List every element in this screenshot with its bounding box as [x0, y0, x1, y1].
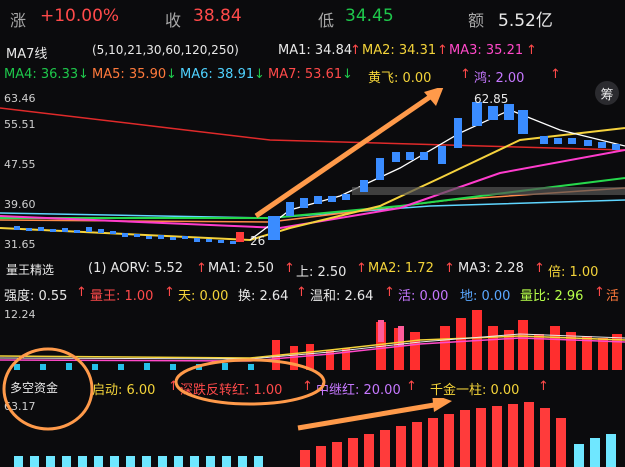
close-label: 收	[165, 11, 182, 30]
ma7-arrow: ↓	[342, 67, 353, 82]
fund-bars-high	[300, 402, 566, 467]
qiangdu-value: 强度: 0.55	[4, 289, 68, 304]
ma3-arrow: ↑	[526, 43, 537, 58]
huo-value: 活: 0.00	[398, 289, 449, 304]
volume-bars-low	[14, 363, 254, 370]
hong-arrow: ↑	[550, 67, 561, 82]
low-value: 34.45	[345, 6, 394, 26]
ma4-value: MA4: 36.33	[4, 67, 79, 82]
shang-value: 上: 2.50	[296, 265, 347, 280]
price-axis-3: 47.55	[4, 158, 36, 171]
qiangdu-arrow: ↑	[76, 285, 87, 300]
shendie-value: 深跌反转红: 1.00	[180, 383, 283, 398]
huangfei-value: 黄飞: 0.00	[368, 71, 432, 86]
price-axis-4: 39.60	[4, 198, 36, 211]
ma5-arrow: ↓	[166, 67, 177, 82]
ma5-value: MA5: 35.90	[92, 67, 167, 82]
volume-chart-svg	[0, 310, 625, 370]
fund-legend: 多空资金 启动: 6.00 ↑ 深跌反转红: 1.00 ↑ 中继红: 20.00…	[0, 376, 625, 398]
price-axis-1: 63.46	[4, 92, 36, 105]
ma-legend: MA7线 (5,10,21,30,60,120,250) MA1: 34.84 …	[0, 40, 625, 105]
volume-indicator-name[interactable]: 量王精选	[6, 261, 54, 278]
liangbi-arrow: ↑	[594, 285, 605, 300]
huan-arrow: ↑	[296, 285, 307, 300]
shang-arrow: ↑	[356, 261, 367, 276]
ma6-value: MA6: 38.91	[180, 67, 255, 82]
qianjin-value: 千金一柱: 0.00	[430, 383, 520, 398]
ma1-line	[249, 109, 625, 241]
price-low-annotation: 26	[250, 234, 266, 248]
vol-ma2-arrow: ↑	[444, 261, 455, 276]
jijihong-value: 中继红: 20.00	[316, 383, 401, 398]
ma2-line	[0, 127, 625, 242]
volume-axis-top: 12.24	[4, 308, 36, 321]
close-value: 38.84	[193, 6, 242, 26]
ma6-line	[0, 199, 625, 219]
price-chart[interactable]: 63.46 55.51 47.55 39.60 31.65 62.85 26	[0, 88, 625, 256]
ma6-arrow: ↓	[254, 67, 265, 82]
ma1-value: MA1: 34.84	[278, 43, 353, 58]
ma7-value: MA7: 53.61	[268, 67, 343, 82]
fund-chart-svg	[14, 398, 616, 467]
ma7-line	[0, 107, 625, 151]
vol-ma1-arrow: ↑	[284, 261, 295, 276]
ma2-arrow: ↑	[437, 43, 448, 58]
huo2-value: 活	[606, 289, 620, 304]
shendie-arrow: ↑	[302, 379, 313, 394]
price-high-annotation: 62.85	[474, 92, 509, 106]
ma1-arrow: ↑	[350, 43, 361, 58]
qianjin-arrow: ↑	[538, 379, 549, 394]
bei-value: 倍: 1.00	[548, 265, 599, 280]
vol-ma2-value: MA2: 1.72	[368, 261, 434, 276]
fund-axis-top: 63.17	[4, 400, 36, 413]
fund-bars-cyan	[574, 434, 616, 467]
change-label: 涨	[10, 11, 27, 30]
fund-arrow-head	[432, 398, 452, 412]
fund-chart[interactable]: 63.17	[0, 398, 625, 467]
fund-bars-low	[14, 456, 263, 467]
vol-ma3-arrow: ↑	[534, 261, 545, 276]
ma3-value: MA3: 35.21	[449, 43, 524, 58]
amount-value: 5.52亿	[498, 11, 553, 31]
aorv-value: (1) AORV: 5.52	[88, 261, 184, 276]
aorv-arrow: ↑	[196, 261, 207, 276]
price-axis-2: 55.51	[4, 118, 36, 131]
wenhe-value: 温和: 2.64	[310, 289, 374, 304]
vol-ma1-value: MA1: 2.50	[208, 261, 274, 276]
hong-value: 鸿: 2.00	[474, 71, 525, 86]
ma4-arrow: ↓	[78, 67, 89, 82]
price-chart-svg	[0, 88, 625, 244]
ma-params: (5,10,21,30,60,120,250)	[92, 43, 239, 57]
jijihong-arrow: ↑	[406, 379, 417, 394]
di-value: 地: 0.00	[460, 289, 511, 304]
fund-indicator-name[interactable]: 多空资金	[10, 379, 58, 396]
qidong-arrow: ↑	[168, 379, 179, 394]
huangfei-arrow: ↑	[460, 67, 471, 82]
vol-ma3-value: MA3: 2.28	[458, 261, 524, 276]
change-value: +10.00%	[40, 6, 120, 26]
ma2-value: MA2: 34.31	[362, 43, 437, 58]
qidong-value: 启动: 6.00	[92, 383, 156, 398]
volume-chart[interactable]: 12.24	[0, 306, 625, 372]
quote-bar: 涨 +10.00% 收 38.84 低 34.45 额 5.52亿	[0, 0, 625, 34]
limit-up-candle	[236, 232, 244, 242]
tian-value: 天: 0.00	[178, 289, 229, 304]
liangbi-value: 量比: 2.96	[520, 289, 584, 304]
liangwang-value: 量王: 1.00	[90, 289, 154, 304]
price-axis-5: 31.65	[4, 238, 36, 251]
ma4-line	[0, 177, 625, 219]
amount-label: 额	[468, 11, 485, 30]
ma-indicator-name[interactable]: MA7线	[6, 43, 47, 62]
volume-legend: 量王精选 (1) AORV: 5.52 ↑ MA1: 2.50 ↑ 上: 2.5…	[0, 258, 625, 304]
low-label: 低	[318, 11, 335, 30]
wenhe-arrow: ↑	[384, 285, 395, 300]
huan-value: 换: 2.64	[238, 289, 289, 304]
liangwang-arrow: ↑	[164, 285, 175, 300]
resistance-band	[352, 187, 625, 195]
